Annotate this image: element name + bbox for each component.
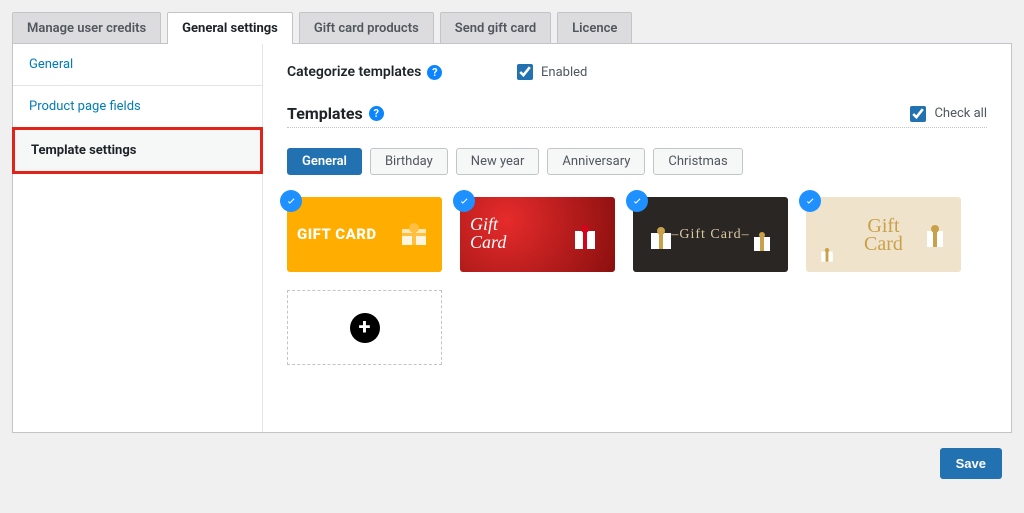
tab-general-settings[interactable]: General settings — [167, 12, 293, 44]
template-card[interactable]: GIFT CARD — [287, 197, 442, 272]
template-cards: GIFT CARD Gift Card –Gift Card– — [287, 197, 987, 272]
tab-send-gift-card[interactable]: Send gift card — [440, 12, 551, 44]
template-card[interactable]: –Gift Card– — [633, 197, 788, 272]
categorize-enabled-label: Enabled — [541, 65, 587, 80]
template-card[interactable]: Gift Card — [460, 197, 615, 272]
check-badge-icon — [453, 190, 475, 212]
check-badge-icon — [626, 190, 648, 212]
templates-section-header: Templates ? Check all — [287, 104, 987, 128]
gift-icon — [814, 240, 840, 266]
category-chips: General Birthday New year Anniversary Ch… — [287, 148, 987, 175]
templates-title: Templates — [287, 104, 363, 123]
checkall-label: Check all — [934, 106, 987, 121]
check-badge-icon — [280, 190, 302, 212]
categorize-label-text: Categorize templates — [287, 64, 421, 80]
categorize-row: Categorize templates ? Enabled — [287, 64, 987, 80]
gift-icon — [567, 217, 603, 253]
card-text: Gift Card — [470, 215, 506, 251]
categorize-label: Categorize templates ? — [287, 64, 517, 80]
main-tabs: Manage user credits General settings Gif… — [12, 12, 1012, 44]
save-button[interactable]: Save — [940, 448, 1002, 479]
settings-sidebar: General Product page fields Template set… — [13, 44, 263, 432]
sidebar-item-template-settings[interactable]: Template settings — [12, 127, 263, 174]
sidebar-item-general[interactable]: General — [13, 44, 262, 86]
chip-birthday[interactable]: Birthday — [370, 148, 448, 175]
help-icon[interactable]: ? — [427, 65, 442, 80]
chip-new-year[interactable]: New year — [456, 148, 540, 175]
sidebar-item-product-page-fields[interactable]: Product page fields — [13, 86, 262, 128]
check-badge-icon — [799, 190, 821, 212]
categorize-checkbox-wrap[interactable]: Enabled — [517, 64, 587, 80]
templates-title-wrap: Templates ? — [287, 104, 384, 123]
chip-general[interactable]: General — [287, 148, 362, 175]
footer: Save — [12, 434, 1012, 485]
template-card[interactable]: Gift Card — [806, 197, 961, 272]
checkall-wrap[interactable]: Check all — [910, 106, 987, 122]
tab-licence[interactable]: Licence — [557, 12, 632, 44]
gift-icon — [396, 215, 432, 251]
content-area: Categorize templates ? Enabled Templates… — [263, 44, 1011, 432]
chip-anniversary[interactable]: Anniversary — [547, 148, 645, 175]
tab-manage-user-credits[interactable]: Manage user credits — [12, 12, 161, 44]
help-icon[interactable]: ? — [369, 106, 384, 121]
chip-christmas[interactable]: Christmas — [653, 148, 742, 175]
plus-icon: + — [350, 313, 380, 343]
categorize-checkbox[interactable] — [517, 64, 533, 80]
card-text: GIFT CARD — [297, 225, 377, 243]
gift-icon — [744, 219, 780, 255]
tab-gift-card-products[interactable]: Gift card products — [299, 12, 434, 44]
settings-panel: General Product page fields Template set… — [12, 43, 1012, 433]
add-template-button[interactable]: + — [287, 290, 442, 365]
checkall-checkbox[interactable] — [910, 106, 926, 122]
